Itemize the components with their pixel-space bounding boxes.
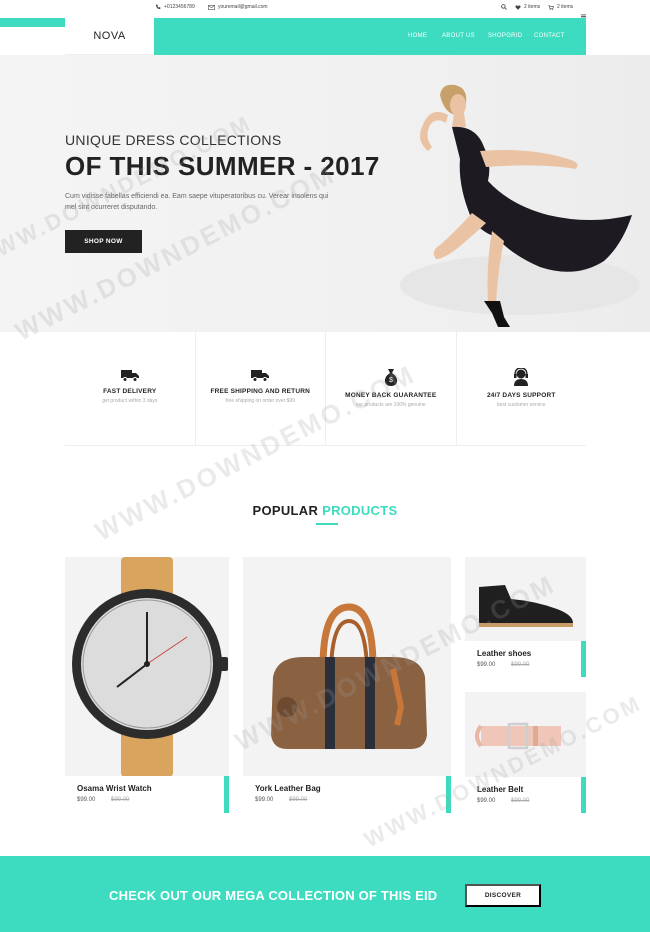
promo-text: CHECK OUT OUR MEGA COLLECTION OF THIS EI…	[109, 888, 438, 903]
nav-shopgrid[interactable]: SHOPGRID	[488, 33, 522, 39]
feature-fast-delivery: FAST DELIVERY get product within 3 days	[65, 332, 196, 446]
discover-button[interactable]: DISCOVER	[465, 884, 541, 907]
accent-bar	[581, 641, 586, 677]
title-underline	[316, 523, 338, 525]
feature-title: FREE SHIPPING AND RETURN	[210, 388, 311, 395]
email-contact[interactable]: youremail@gmail.com	[208, 4, 268, 10]
email-address: youremail@gmail.com	[218, 4, 268, 10]
truck-icon	[120, 370, 139, 382]
shop-now-button[interactable]: SHOP NOW	[65, 230, 142, 253]
search-icon	[501, 4, 507, 10]
accent-strip	[0, 18, 65, 27]
product-old-price: $99.00	[511, 662, 530, 668]
watch-image	[72, 557, 228, 777]
wishlist-count: 2 items	[524, 4, 541, 10]
feature-subtitle: best customer service	[496, 402, 546, 408]
feature-subtitle: free shipping on order over $99	[225, 398, 296, 404]
title-part-b: PRODUCTS	[322, 503, 398, 518]
feature-title: FAST DELIVERY	[103, 388, 157, 395]
phone-number: +0123456789	[164, 4, 195, 10]
cart-count: 2 items	[557, 4, 574, 10]
heart-icon	[515, 4, 521, 10]
main-nav: HOME ABOUT US SHOPGRID CONTACT	[154, 18, 586, 55]
product-name[interactable]: York Leather Bag	[255, 784, 321, 793]
cart-icon	[548, 4, 554, 10]
cart-link[interactable]: 2 items	[548, 4, 573, 10]
nav-home[interactable]: HOME	[408, 33, 427, 39]
product-price: $99.00	[77, 797, 96, 803]
accent-bar	[224, 776, 229, 813]
truck-icon	[251, 370, 270, 382]
title-part-a: POPULAR	[252, 503, 319, 518]
support-agent-icon	[514, 368, 529, 386]
mail-icon	[208, 4, 215, 10]
model-image	[400, 84, 640, 327]
wishlist-link[interactable]: 2 items	[515, 4, 540, 10]
product-old-price: $99.00	[511, 798, 530, 804]
nav-about[interactable]: ABOUT US	[442, 33, 475, 39]
product-name[interactable]: Osama Wrist Watch	[77, 784, 152, 793]
nav-contact[interactable]: CONTACT	[534, 33, 565, 39]
product-name[interactable]: Leather shoes	[477, 649, 531, 658]
product-price: $99.00	[477, 662, 496, 668]
feature-subtitle: get product within 3 days	[102, 398, 158, 404]
product-info: Leather shoes $99.00 $99.00	[465, 641, 586, 677]
search-toggle[interactable]	[501, 4, 507, 10]
product-price: $99.00	[255, 797, 274, 803]
phone-icon	[156, 4, 161, 9]
product-info: Osama Wrist Watch $99.00 $99.00	[65, 776, 229, 813]
site-logo[interactable]: NOVA	[65, 18, 154, 55]
feature-title: 24/7 DAYS SUPPORT	[486, 392, 556, 399]
product-old-price: $99.00	[111, 797, 130, 803]
accent-bar	[581, 777, 586, 813]
product-card[interactable]: Osama Wrist Watch $99.00 $99.00	[65, 557, 229, 813]
product-price: $99.00	[477, 798, 496, 804]
product-old-price: $99.00	[289, 797, 308, 803]
feature-support: 24/7 DAYS SUPPORT best customer service	[456, 332, 586, 446]
phone-contact[interactable]: +0123456789	[155, 4, 195, 10]
logo-text: NOVA	[93, 30, 126, 42]
